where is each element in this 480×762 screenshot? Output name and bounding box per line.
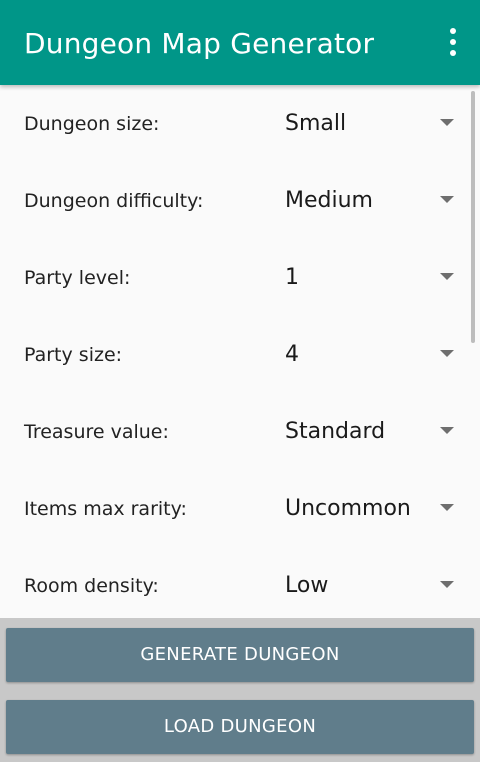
dropdown-arrow-icon xyxy=(440,350,454,357)
setting-row-party-size: Party size: 4 xyxy=(0,316,480,393)
setting-label: Room density: xyxy=(24,575,159,597)
setting-row-party-level: Party level: 1 xyxy=(0,239,480,316)
setting-label: Party size: xyxy=(24,344,123,366)
app-title: Dungeon Map Generator xyxy=(24,27,375,60)
menu-dot xyxy=(450,39,456,45)
setting-label: Party level: xyxy=(24,267,131,289)
app-bar: Dungeon Map Generator xyxy=(0,0,480,85)
dropdown-value: 4 xyxy=(285,342,299,367)
setting-label: Treasure value: xyxy=(24,421,169,443)
menu-dot xyxy=(450,28,456,34)
treasure-value-dropdown[interactable]: Standard xyxy=(270,407,466,455)
dropdown-arrow-icon xyxy=(440,273,454,280)
dropdown-arrow-icon xyxy=(440,504,454,511)
menu-dot xyxy=(450,50,456,56)
setting-label: Dungeon size: xyxy=(24,113,160,135)
dungeon-size-dropdown[interactable]: Small xyxy=(270,99,466,147)
dropdown-arrow-icon xyxy=(440,581,454,588)
scrollbar[interactable] xyxy=(471,91,475,343)
party-level-dropdown[interactable]: 1 xyxy=(270,253,466,301)
dungeon-difficulty-dropdown[interactable]: Medium xyxy=(270,176,466,224)
party-size-dropdown[interactable]: 4 xyxy=(270,330,466,378)
dropdown-arrow-icon xyxy=(440,196,454,203)
dropdown-value: Small xyxy=(285,111,347,136)
setting-label: Items max rarity: xyxy=(24,498,187,520)
dropdown-value: Standard xyxy=(285,419,386,444)
action-bar: GENERATE DUNGEON LOAD DUNGEON xyxy=(0,618,480,762)
room-density-dropdown[interactable]: Low xyxy=(270,561,466,609)
dropdown-value: Uncommon xyxy=(285,496,411,521)
items-max-rarity-dropdown[interactable]: Uncommon xyxy=(270,484,466,532)
setting-row-treasure-value: Treasure value: Standard xyxy=(0,393,480,470)
app-window: Dungeon Map Generator Dungeon size: Smal… xyxy=(0,0,480,762)
setting-row-dungeon-difficulty: Dungeon difficulty: Medium xyxy=(0,162,480,239)
settings-form[interactable]: Dungeon size: Small Dungeon difficulty: … xyxy=(0,85,480,618)
dropdown-arrow-icon xyxy=(440,427,454,434)
setting-row-dungeon-size: Dungeon size: Small xyxy=(0,85,480,162)
setting-row-room-density: Room density: Low xyxy=(0,547,480,618)
dropdown-value: 1 xyxy=(285,265,299,290)
generate-dungeon-button[interactable]: GENERATE DUNGEON xyxy=(6,628,474,682)
load-dungeon-button[interactable]: LOAD DUNGEON xyxy=(6,700,474,754)
setting-label: Dungeon difficulty: xyxy=(24,190,204,212)
overflow-menu-icon[interactable] xyxy=(448,28,458,58)
dropdown-arrow-icon xyxy=(440,119,454,126)
dropdown-value: Low xyxy=(285,573,329,598)
setting-row-items-max-rarity: Items max rarity: Uncommon xyxy=(0,470,480,547)
dropdown-value: Medium xyxy=(285,188,373,213)
